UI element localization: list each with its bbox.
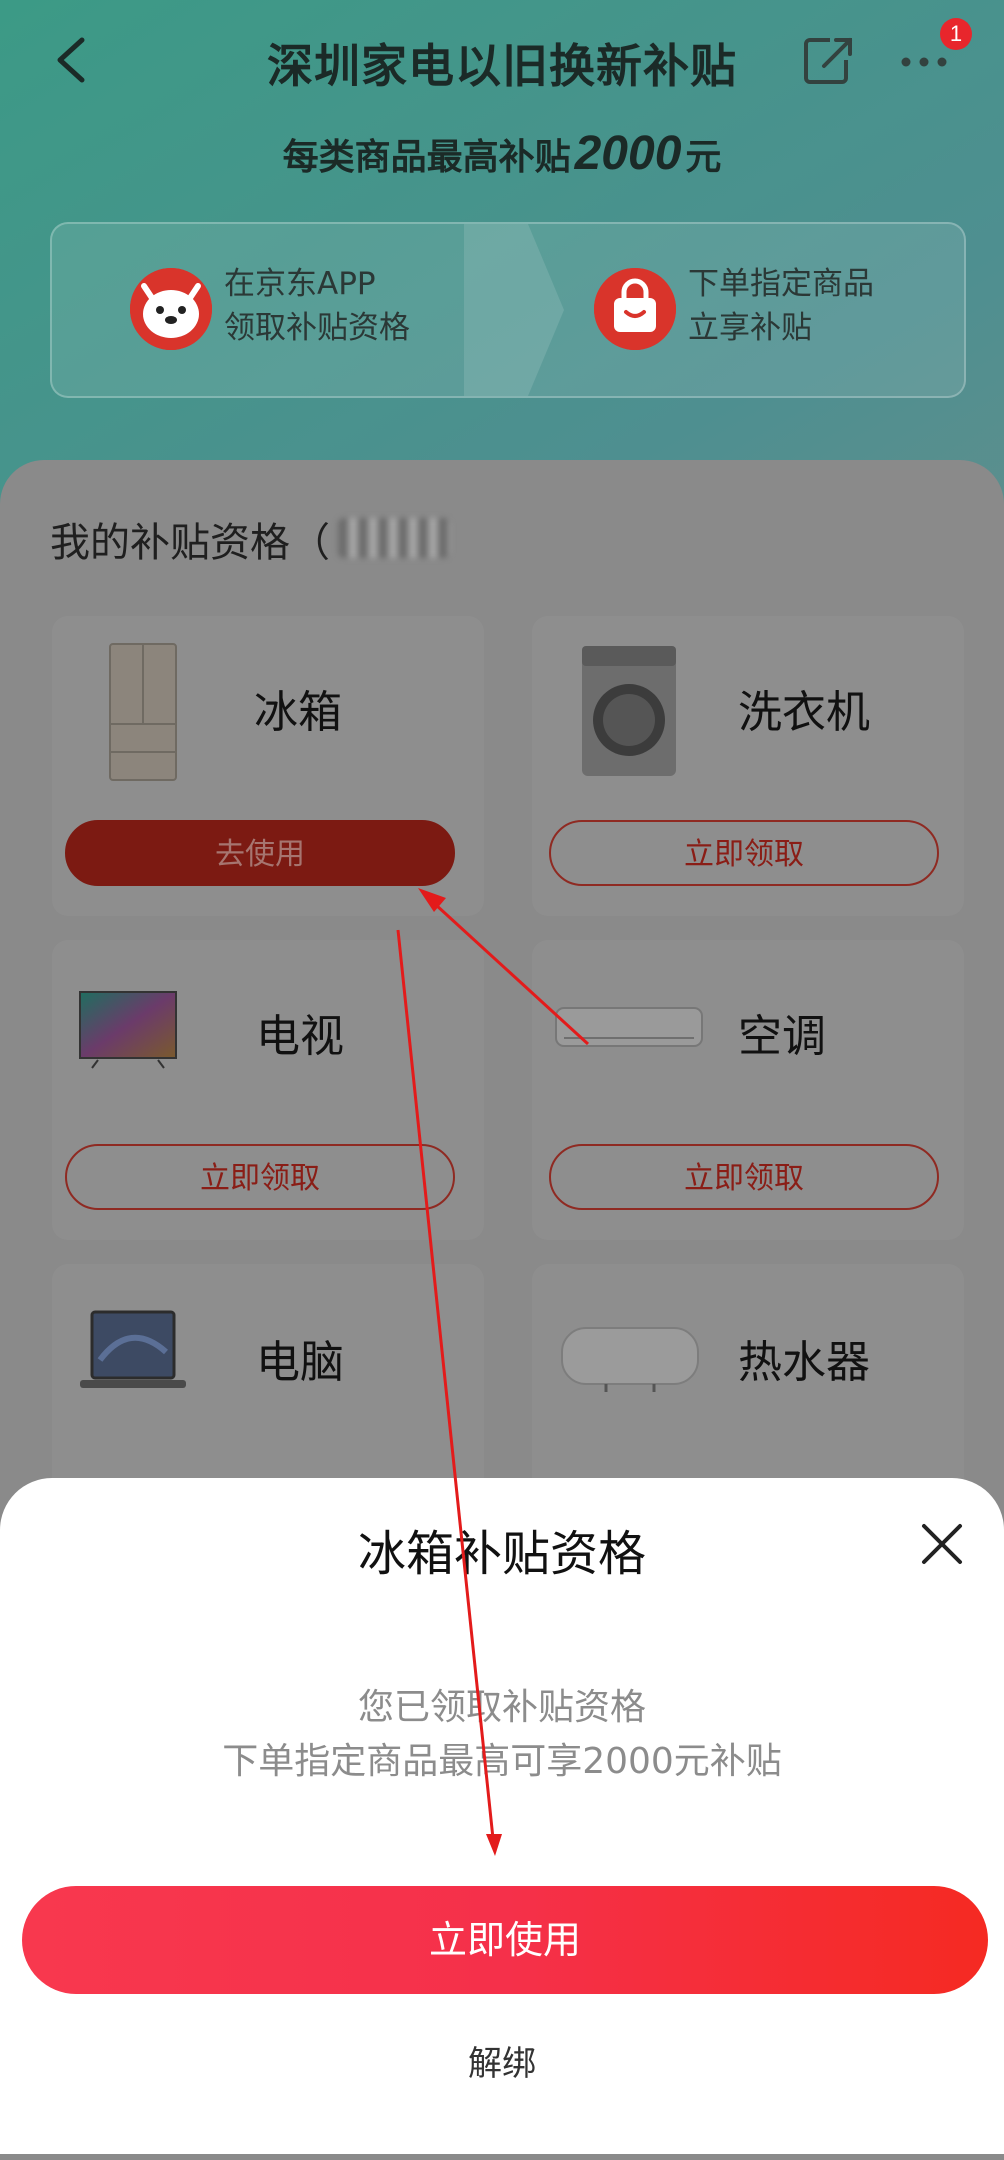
- category-card-air-conditioner[interactable]: 空调 立即领取: [532, 940, 964, 1240]
- category-card-tv[interactable]: 电视 立即领取: [52, 940, 484, 1240]
- category-label: 空调: [738, 1011, 826, 1062]
- water-heater-image: [561, 1327, 699, 1392]
- tv-image: [79, 991, 177, 1069]
- redacted-text: [338, 518, 450, 558]
- step-2-line1: 下单指定商品: [688, 266, 874, 302]
- washing-machine-image: [582, 646, 676, 776]
- category-label: 冰箱: [254, 687, 342, 738]
- step-1-text: 在京东APP 领取补贴资格: [224, 262, 410, 350]
- fridge-image: [109, 643, 177, 781]
- category-card-fridge[interactable]: 冰箱 去使用: [52, 616, 484, 916]
- jd-mascot-icon: [130, 268, 212, 350]
- claim-button[interactable]: 立即领取: [549, 1144, 939, 1210]
- sheet-message-line2: 下单指定商品最高可享2000元补贴: [222, 1741, 782, 1782]
- subtitle-prefix: 每类商品最高补贴: [282, 137, 571, 178]
- more-icon[interactable]: [898, 40, 950, 80]
- category-label: 电视: [256, 1011, 344, 1062]
- subsidy-subtitle: 每类商品最高补贴2000 元: [0, 126, 1004, 181]
- step-2-line2: 立享补贴: [688, 310, 812, 346]
- step-1-line1: 在京东APP: [224, 266, 376, 302]
- shopping-bag-icon: [594, 268, 676, 350]
- category-label: 电脑: [256, 1337, 344, 1388]
- subtitle-amount: 2000: [574, 127, 682, 180]
- category-label: 洗衣机: [738, 687, 870, 738]
- unbind-link[interactable]: 解绑: [0, 2036, 1004, 2085]
- laptop-image: [80, 1310, 186, 1388]
- subtitle-suffix: 元: [685, 137, 722, 178]
- step-2-text: 下单指定商品 立享补贴: [688, 262, 874, 350]
- my-subsidy-title: 我的补贴资格（: [50, 520, 330, 566]
- notification-badge: 1: [940, 18, 972, 50]
- use-now-button[interactable]: 立即使用: [22, 1886, 988, 1994]
- air-conditioner-image: [555, 1007, 703, 1047]
- category-label: 热水器: [738, 1337, 870, 1388]
- claim-button[interactable]: 立即领取: [65, 1144, 455, 1210]
- share-icon[interactable]: [800, 34, 856, 86]
- step-arrow-icon: [464, 224, 564, 396]
- sheet-title: 冰箱补贴资格: [357, 1526, 646, 1582]
- use-subsidy-button[interactable]: 去使用: [65, 820, 455, 886]
- steps-card: 在京东APP 领取补贴资格 下单指定商品 立享补贴: [50, 222, 966, 398]
- close-icon[interactable]: [918, 1520, 966, 1568]
- step-1-line2: 领取补贴资格: [224, 310, 410, 346]
- sheet-message-line1: 您已领取补贴资格: [357, 1687, 646, 1728]
- claim-button[interactable]: 立即领取: [549, 820, 939, 886]
- category-card-washer[interactable]: 洗衣机 立即领取: [532, 616, 964, 916]
